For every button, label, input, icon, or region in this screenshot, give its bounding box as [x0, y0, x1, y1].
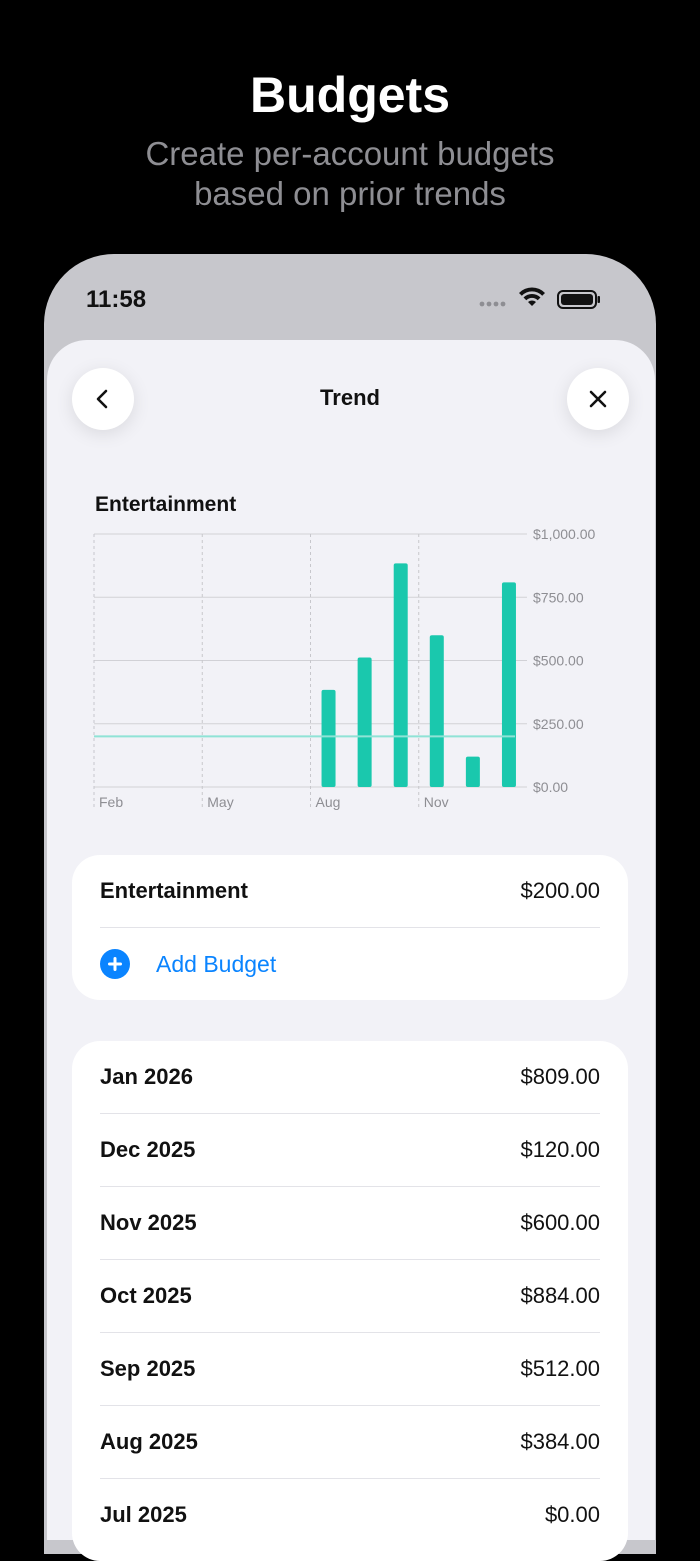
budget-amount: $200.00 — [520, 878, 600, 903]
chart-bar — [465, 756, 480, 787]
y-tick-label: $750.00 — [533, 589, 584, 605]
status-icons — [479, 287, 600, 309]
chart-bar — [357, 657, 372, 787]
x-tick-label: Feb — [99, 794, 123, 810]
hero-subtitle: Create per-account budgets based on prio… — [0, 134, 700, 214]
history-amount: $512.00 — [520, 1356, 600, 1381]
history-row[interactable]: Aug 2025 $384.00 — [100, 1405, 600, 1478]
history-amount: $600.00 — [520, 1210, 600, 1235]
plus-circle-icon — [100, 949, 130, 979]
history-month: Oct 2025 — [100, 1283, 192, 1308]
hero-subtitle-line-1: Create per-account budgets — [145, 135, 555, 172]
add-budget-button[interactable]: Add Budget — [100, 927, 600, 1000]
chart-bar — [501, 582, 516, 787]
y-tick-label: $0.00 — [533, 779, 568, 795]
chart-bar — [321, 689, 336, 787]
history-month: Aug 2025 — [100, 1429, 198, 1454]
budget-category: Entertainment — [100, 878, 248, 903]
chart-bar — [429, 635, 444, 787]
history-amount: $384.00 — [520, 1429, 600, 1454]
history-month: Jul 2025 — [100, 1502, 187, 1527]
history-row[interactable]: Oct 2025 $884.00 — [100, 1259, 600, 1332]
x-tick-label: Nov — [424, 794, 449, 810]
close-icon — [589, 390, 607, 408]
history-row[interactable]: Nov 2025 $600.00 — [100, 1186, 600, 1259]
history-month: Dec 2025 — [100, 1137, 196, 1162]
history-month: Jan 2026 — [100, 1064, 193, 1089]
add-budget-label: Add Budget — [156, 950, 277, 977]
history-month: Nov 2025 — [100, 1210, 197, 1235]
hero-title: Budgets — [250, 67, 450, 123]
history-amount: $809.00 — [520, 1064, 600, 1089]
history-list: Jan 2026 $809.00 Dec 2025 $120.00 Nov 2025 $6… — [72, 1041, 628, 1561]
close-button[interactable] — [567, 368, 629, 430]
history-row[interactable]: Jul 2025 $0.00 — [100, 1478, 600, 1551]
history-row[interactable]: Sep 2025 $512.00 — [100, 1332, 600, 1405]
chart-title: Entertainment — [95, 493, 237, 516]
chart-bar — [393, 563, 408, 787]
trend-bar-chart: $1,000.00 $750.00 $500.00 $250.00 $0.00 Feb Ma… — [93, 526, 595, 810]
x-tick-label: May — [207, 794, 233, 810]
status-time: 11:58 — [86, 286, 147, 313]
signal-icon — [479, 301, 506, 307]
y-tick-label: $500.00 — [533, 653, 584, 669]
history-month: Sep 2025 — [100, 1356, 196, 1381]
x-tick-label: Aug — [316, 794, 341, 810]
battery-icon — [557, 290, 600, 309]
y-tick-label: $1,000.00 — [533, 526, 595, 542]
history-row[interactable]: Jan 2026 $809.00 — [100, 1041, 600, 1113]
history-row[interactable]: Dec 2025 $120.00 — [100, 1113, 600, 1186]
y-tick-label: $250.00 — [533, 716, 584, 732]
history-amount: $120.00 — [520, 1137, 600, 1162]
history-amount: $0.00 — [544, 1502, 600, 1527]
hero-subtitle-line-2: based on prior trends — [194, 175, 506, 212]
budget-card: Entertainment $200.00 Add Budget — [72, 855, 628, 1000]
wifi-icon — [519, 287, 545, 306]
history-amount: $884.00 — [520, 1283, 600, 1308]
budget-row[interactable]: Entertainment $200.00 — [100, 855, 600, 927]
